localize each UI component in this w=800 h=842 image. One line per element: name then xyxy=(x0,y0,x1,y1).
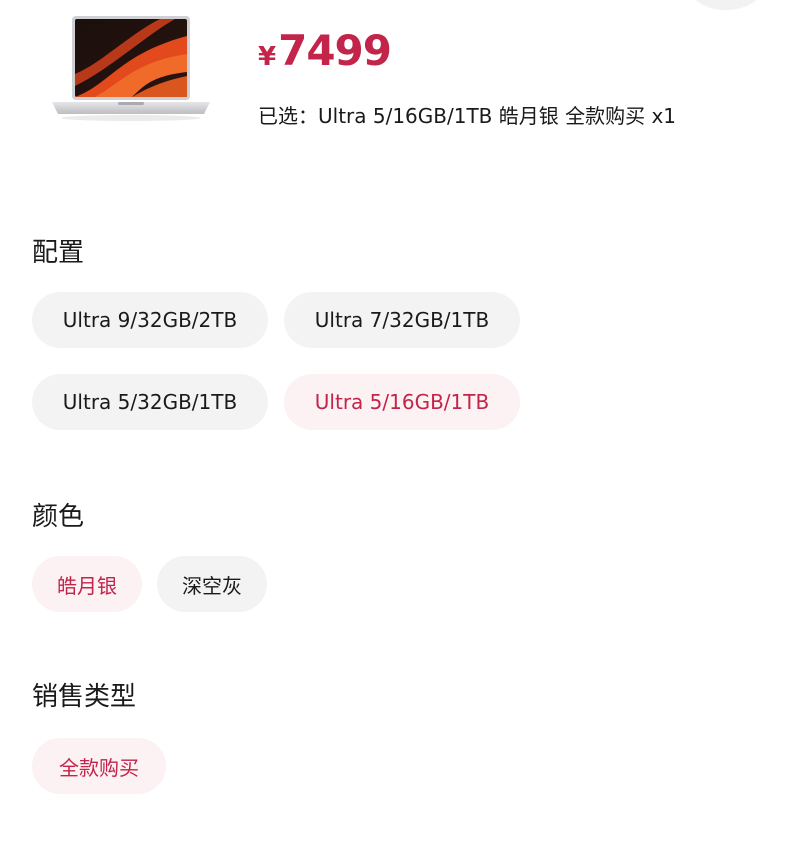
price-amount: 7499 xyxy=(278,26,392,75)
color-option-selected[interactable]: 皓月银 xyxy=(32,556,142,612)
selected-value: Ultra 5/16GB/1TB 皓月银 全款购买 x1 xyxy=(318,104,677,128)
config-option[interactable]: Ultra 9/32GB/2TB xyxy=(32,292,268,348)
close-button[interactable] xyxy=(690,0,762,10)
laptop-product-image xyxy=(52,16,210,121)
section-title-color: 颜色 xyxy=(32,502,85,532)
selected-label: 已选： xyxy=(258,104,318,128)
sale-type-option-selected[interactable]: 全款购买 xyxy=(32,738,166,794)
section-title-config: 配置 xyxy=(32,238,85,268)
section-title-sale-type: 销售类型 xyxy=(32,682,137,712)
price: ¥ 7499 xyxy=(258,26,392,75)
config-option-selected[interactable]: Ultra 5/16GB/1TB xyxy=(284,374,520,430)
currency-symbol: ¥ xyxy=(258,42,277,72)
config-option[interactable]: Ultra 7/32GB/1TB xyxy=(284,292,520,348)
selected-summary: 已选：Ultra 5/16GB/1TB 皓月银 全款购买 x1 xyxy=(258,100,676,129)
config-option[interactable]: Ultra 5/32GB/1TB xyxy=(32,374,268,430)
color-option[interactable]: 深空灰 xyxy=(157,556,267,612)
